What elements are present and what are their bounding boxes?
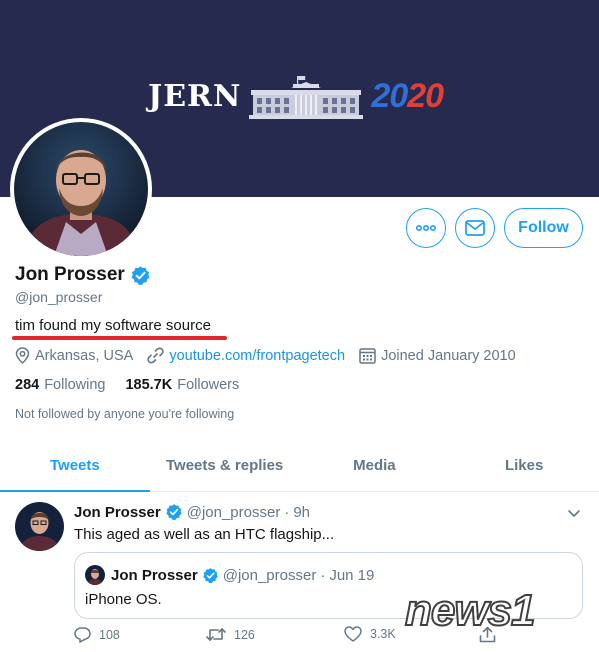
quoted-author-name: Jon Prosser (111, 566, 198, 584)
following-count: 284 (15, 377, 40, 393)
profile-handle: @jon_prosser (15, 289, 103, 305)
retweet-count: 126 (234, 627, 255, 642)
followers-count: 185.7K (125, 377, 173, 393)
retweet-button[interactable]: 126 (206, 626, 255, 643)
profile-avatar[interactable] (10, 118, 152, 260)
banner-year: 2020 (371, 76, 444, 115)
tweet-time[interactable]: 9h (293, 504, 310, 521)
watermark-text: news1 (404, 585, 537, 636)
like-count: 3.3K (370, 627, 396, 641)
following-label: Following (44, 377, 106, 393)
quoted-separator: · (320, 566, 326, 584)
quoted-tweet-avatar (85, 565, 105, 585)
joined-text: Joined January 2010 (381, 347, 516, 364)
location-pin-icon (15, 347, 30, 364)
profile-name-row: Jon Prosser (15, 264, 151, 286)
quoted-tweet-text: iPhone OS. (85, 591, 162, 608)
tweet-author-name[interactable]: Jon Prosser (74, 504, 161, 521)
followers-label: Followers (177, 377, 240, 393)
heart-icon (344, 626, 362, 642)
news1-watermark: news1 (404, 582, 595, 644)
reply-button[interactable]: 108 (74, 626, 120, 643)
profile-meta: Arkansas, USA youtube.com/frontpagetech … (15, 347, 530, 364)
joined-item: Joined January 2010 (359, 347, 516, 364)
profile-name: Jon Prosser (15, 264, 125, 285)
follow-stats: 284 Following 185.7K Followers (15, 377, 259, 393)
tab-tweets-and-replies[interactable]: Tweets & replies (150, 440, 300, 491)
like-button[interactable]: 3.3K (344, 626, 396, 642)
banner-brand-word: JERN (148, 78, 242, 114)
ellipsis-icon (416, 225, 436, 231)
envelope-icon (465, 220, 485, 236)
white-house-icon (249, 76, 364, 119)
calendar-icon (359, 348, 376, 364)
quoted-time: Jun 19 (329, 566, 375, 584)
tweet-avatar[interactable] (15, 502, 64, 551)
verified-badge-icon (202, 567, 218, 583)
tab-tweets[interactable]: Tweets (0, 440, 150, 492)
more-options-button[interactable] (406, 208, 446, 248)
not-followed-notice: Not followed by anyone you're following (15, 407, 235, 421)
follow-button[interactable]: Follow (504, 208, 583, 248)
red-underline-annotation (12, 336, 227, 340)
link-icon (147, 347, 164, 364)
retweet-icon (206, 628, 226, 641)
reply-icon (74, 627, 91, 643)
reply-count: 108 (99, 627, 120, 642)
chevron-down-icon[interactable] (566, 505, 582, 521)
profile-tabs: Tweets Tweets & replies Media Likes (0, 440, 599, 492)
location-text: Arkansas, USA (35, 347, 134, 364)
tweet-separator: · (284, 503, 290, 521)
followers-stat[interactable]: 185.7K Followers (125, 377, 239, 393)
quoted-tweet-header: Jon Prosser @jon_prosser · Jun 19 (85, 565, 374, 585)
verified-badge-icon (166, 504, 182, 521)
quoted-author-handle: @jon_prosser (222, 566, 317, 584)
website-item[interactable]: youtube.com/frontpagetech (147, 347, 345, 364)
location-item: Arkansas, USA (15, 347, 133, 364)
tab-media[interactable]: Media (300, 440, 450, 491)
following-stat[interactable]: 284 Following (15, 377, 105, 393)
avatar-photo (14, 122, 148, 256)
website-link[interactable]: youtube.com/frontpagetech (169, 348, 345, 364)
tab-likes[interactable]: Likes (449, 440, 599, 491)
campaign-logo: JERN 2020 (148, 66, 444, 126)
profile-bio: tim found my software source (15, 317, 211, 334)
tweet-author-handle[interactable]: @jon_prosser (187, 504, 281, 521)
tweet-text: This aged as well as an HTC flagship... (74, 526, 335, 543)
message-button[interactable] (455, 208, 495, 248)
tweet-header: Jon Prosser @jon_prosser · 9h (74, 503, 310, 521)
verified-badge-icon (131, 265, 150, 285)
